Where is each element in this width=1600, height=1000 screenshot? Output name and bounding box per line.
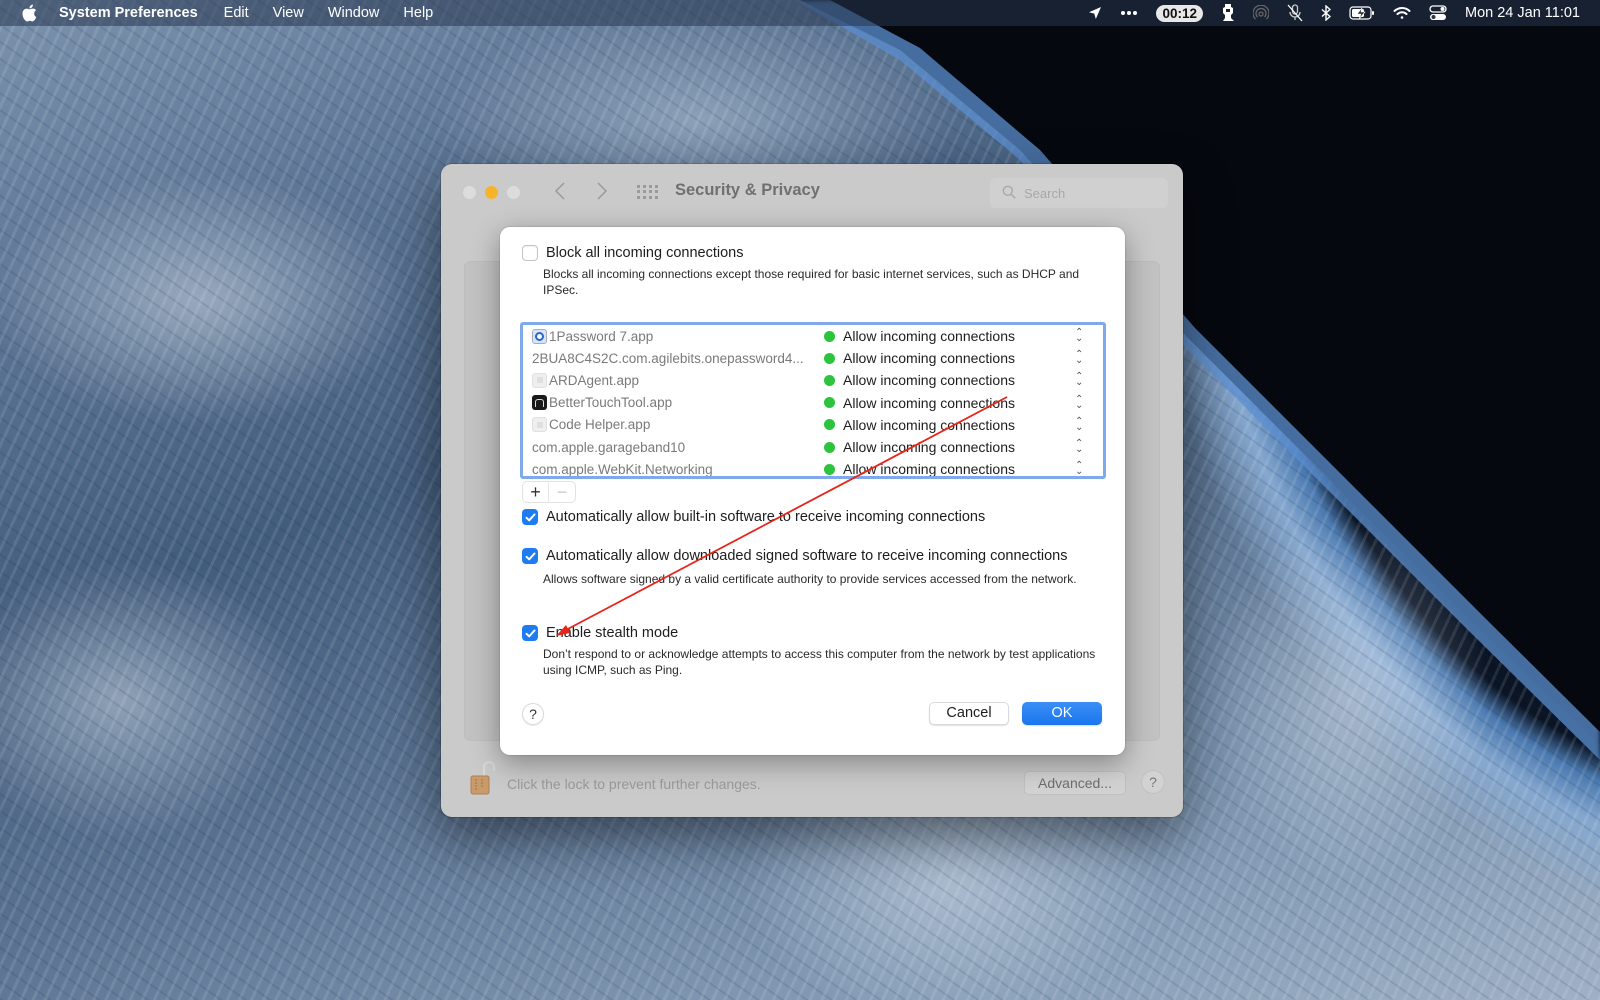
status-dot-green [824, 441, 835, 453]
app-firewall-list[interactable]: 1Password 7.app Allow incoming connectio… [520, 322, 1106, 479]
status-dot-green [824, 463, 835, 475]
block-all-description: Blocks all incoming connections except t… [543, 267, 1080, 297]
stealth-mode-checkbox[interactable] [522, 625, 538, 641]
status-dot-green [824, 374, 835, 386]
add-remove-control: + − [522, 481, 576, 503]
auto-signed-checkbox[interactable] [522, 548, 538, 564]
app-row[interactable]: BetterTouchTool.app Allow incoming conne… [523, 392, 1103, 414]
auto-signed-row: Automatically allow downloaded signed so… [522, 548, 1067, 564]
connection-status-select[interactable]: Allow incoming connections [843, 350, 1015, 366]
show-all-grid-icon[interactable] [637, 185, 658, 199]
airdrop-icon[interactable] [1252, 0, 1269, 26]
search-icon [1002, 185, 1016, 202]
app-row[interactable]: com.apple.WebKit.Networking Allow incomi… [523, 458, 1103, 477]
app-name: ARDAgent.app [549, 372, 640, 388]
stealth-mode-description: Don’t respond to or acknowledge attempts… [543, 647, 1096, 677]
window-title: Security & Privacy [675, 181, 820, 199]
window-help-button[interactable]: ? [1141, 770, 1165, 794]
add-app-button[interactable]: + [523, 482, 550, 502]
status-dot-green [824, 397, 835, 409]
connection-status-select[interactable]: Allow incoming connections [843, 461, 1015, 476]
firewall-options-dialog: Block all incoming connections Blocks al… [500, 227, 1125, 755]
control-center-icon[interactable] [1429, 0, 1447, 26]
checkmark-icon [525, 552, 535, 560]
auto-builtin-label[interactable]: Automatically allow built-in software to… [546, 509, 985, 525]
zoom-window-button[interactable] [507, 186, 520, 199]
menu-view[interactable]: View [261, 5, 316, 21]
menu-window[interactable]: Window [316, 5, 392, 21]
stealth-mode-row: Enable stealth mode [522, 625, 678, 641]
popup-stepper-icon[interactable]: ⌃ ⌄ [1075, 439, 1083, 455]
connection-status-select[interactable]: Allow incoming connections [843, 328, 1015, 344]
block-all-label[interactable]: Block all incoming connections [546, 245, 743, 261]
window-controls [463, 186, 520, 199]
cancel-button[interactable]: Cancel [929, 702, 1009, 725]
app-name: 2BUA8C4S2C.com.agilebits.onepassword4... [532, 350, 804, 366]
menu-clock[interactable]: Mon 24 Jan 11:01 [1465, 5, 1580, 21]
app-row[interactable]: Code Helper.app Allow incoming connectio… [523, 414, 1103, 436]
status-dot-green [824, 352, 835, 364]
unlocked-lock-icon[interactable] [469, 760, 495, 801]
location-arrow-icon[interactable] [1088, 0, 1102, 26]
onepassword-icon [532, 328, 547, 344]
app-name: com.apple.garageband10 [532, 439, 686, 455]
apple-menu-icon[interactable] [21, 4, 41, 22]
block-all-row: Block all incoming connections [522, 245, 743, 261]
status-dot-green [824, 330, 835, 342]
auto-signed-label[interactable]: Automatically allow downloaded signed so… [546, 548, 1067, 564]
mic-muted-icon[interactable] [1287, 0, 1303, 26]
title-bar: Security & Privacy [441, 164, 1183, 220]
forward-chevron-icon[interactable] [596, 180, 608, 206]
connection-status-select[interactable]: Allow incoming connections [843, 417, 1015, 433]
lock-status-text: Click the lock to prevent further change… [507, 776, 761, 792]
app-row[interactable]: com.apple.garageband10 Allow incoming co… [523, 436, 1103, 458]
menu-help[interactable]: Help [391, 5, 445, 21]
app-row[interactable]: 1Password 7.app Allow incoming connectio… [523, 325, 1103, 347]
close-window-button[interactable] [463, 186, 476, 199]
checkmark-icon [525, 629, 535, 637]
script-icon[interactable] [1221, 0, 1235, 26]
popup-stepper-icon[interactable]: ⌃ ⌄ [1075, 328, 1083, 344]
app-row[interactable]: 2BUA8C4S2C.com.agilebits.onepassword4...… [523, 347, 1103, 369]
connection-status-select[interactable]: Allow incoming connections [843, 395, 1015, 411]
popup-stepper-icon[interactable]: ⌃ ⌄ [1075, 394, 1083, 410]
status-dot-green [824, 419, 835, 431]
popup-stepper-icon[interactable]: ⌃ ⌄ [1075, 350, 1083, 366]
timer-pill[interactable]: 00:12 [1156, 4, 1203, 22]
bluetooth-icon[interactable] [1321, 0, 1331, 26]
app-name: com.apple.WebKit.Networking [532, 461, 713, 477]
block-all-checkbox[interactable] [522, 245, 538, 261]
more-dots-icon[interactable] [1120, 0, 1138, 26]
connection-status-select[interactable]: Allow incoming connections [843, 439, 1015, 455]
app-name: 1Password 7.app [549, 328, 654, 344]
generic-app-icon [532, 417, 547, 433]
wifi-icon[interactable] [1393, 0, 1411, 26]
connection-status-select[interactable]: Allow incoming connections [843, 372, 1015, 388]
stealth-mode-label[interactable]: Enable stealth mode [546, 625, 678, 641]
search-field[interactable] [990, 178, 1168, 208]
dialog-help-button[interactable]: ? [522, 703, 544, 725]
auto-signed-description: Allows software signed by a valid certif… [543, 572, 1077, 586]
auto-builtin-row: Automatically allow built-in software to… [522, 509, 985, 525]
app-name: BetterTouchTool.app [549, 395, 673, 411]
battery-charging-icon[interactable] [1349, 0, 1375, 26]
menu-edit[interactable]: Edit [212, 5, 261, 21]
generic-app-icon [532, 372, 547, 388]
advanced-button[interactable]: Advanced... [1024, 771, 1126, 795]
auto-builtin-checkbox[interactable] [522, 509, 538, 525]
app-row[interactable]: ARDAgent.app Allow incoming connections … [523, 369, 1103, 391]
search-input[interactable] [1024, 185, 1164, 201]
popup-stepper-icon[interactable]: ⌃ ⌄ [1075, 416, 1083, 432]
ok-button[interactable]: OK [1022, 702, 1102, 725]
minimize-window-button[interactable] [485, 186, 498, 199]
app-name: Code Helper.app [549, 417, 651, 433]
remove-app-button[interactable]: − [549, 482, 575, 502]
menu-bar: System Preferences Edit View Window Help… [0, 0, 1600, 26]
menu-app-name[interactable]: System Preferences [59, 5, 212, 21]
back-chevron-icon[interactable] [554, 180, 566, 206]
checkmark-icon [525, 513, 535, 521]
bettertouchtool-icon [532, 395, 547, 411]
popup-stepper-icon[interactable]: ⌃ ⌄ [1075, 461, 1083, 476]
popup-stepper-icon[interactable]: ⌃ ⌄ [1075, 372, 1083, 388]
